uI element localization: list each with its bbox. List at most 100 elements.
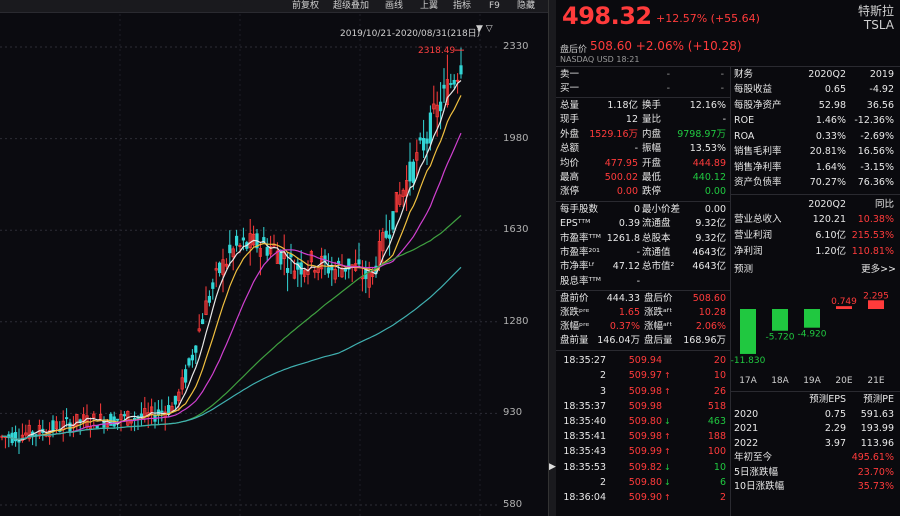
tick-time: 18:35:41 (563, 431, 606, 443)
info-row: 2022 3.97 113.96 (734, 437, 898, 451)
tick-row: 2 509.80 ↓ 6 (560, 476, 728, 490)
financial-value: 1.20亿 (815, 245, 846, 257)
info-row: 最高 500.02 最低 440.12 (560, 171, 728, 185)
info-row: 市净率ᴸᶠ 47.12 总市值² 4643亿 (560, 260, 728, 274)
forecast-year: 2021 (734, 423, 759, 434)
forecast-bar (740, 308, 756, 354)
info-row: 卖一 - - (560, 68, 728, 82)
info-row: 2020Q2 同比 (734, 198, 898, 212)
forecast-bar-label: 20E (835, 376, 852, 386)
toolbar-item[interactable]: 画线 (385, 0, 403, 12)
candlestick (285, 268, 290, 273)
info-row: ROE 1.46% -12.36% (734, 114, 898, 128)
stat-value: 0.00 (616, 186, 638, 198)
dropdown-triangle-icon[interactable]: ▼ ▽ (476, 24, 493, 34)
candlestick (211, 282, 215, 289)
info-row: 外盘 1529.16万 内盘 9798.97万 (560, 128, 728, 142)
tick-price: 509.94 (628, 355, 662, 367)
info-row: 买一 - - (560, 82, 728, 96)
tick-time: 2 (599, 476, 606, 488)
financial-value: 10.38% (857, 213, 894, 225)
financial-label: 营业利润 (734, 229, 773, 241)
tick-time: 18:35:37 (563, 400, 606, 412)
candlestick (173, 395, 177, 405)
extended-hours-label: 盘前量 (560, 335, 589, 347)
stat-label: 股息率ᵀᵀᴹ (560, 275, 601, 287)
info-row: 市盈率²⁰¹ - 流通值 4643亿 (560, 246, 728, 260)
candlestick (241, 237, 245, 241)
stat-label: 市盈率²⁰¹ (560, 247, 600, 258)
tick-volume: 518 (707, 400, 726, 412)
peak-price-label: 2318.49 (418, 46, 456, 56)
tick-row: 18:35:41 509.98 ↑ 188 (560, 430, 728, 444)
kline-chart[interactable] (0, 0, 548, 516)
performance-value: 495.61% (851, 452, 894, 463)
collapse-arrow-icon[interactable]: ▶ (549, 462, 556, 472)
stat-label: 总额 (560, 143, 580, 155)
candlestick (452, 79, 456, 85)
candlestick (187, 358, 191, 366)
tick-row: 18:35:53 509.82 ↓ 10 (560, 461, 728, 475)
toolbar-item[interactable]: 前复权 (292, 0, 319, 12)
financial-label: 净利润 (734, 245, 763, 257)
more-link[interactable]: 更多>> (850, 263, 896, 277)
stat-label: 换手 (642, 100, 662, 111)
stat-label: 总量 (560, 100, 580, 111)
forecast-year: 2020 (734, 408, 759, 420)
stat-label: 现手 (560, 114, 580, 126)
ma20-line (1, 132, 462, 440)
y-axis-label: 1280 (503, 316, 529, 327)
info-row: 预测EPS 预测PE (734, 393, 898, 407)
stat-value: 1261.8 (606, 232, 640, 244)
info-row: 每股收益 0.65 -4.92 (734, 83, 898, 97)
stat-value: 13.53% (689, 143, 726, 155)
extended-hours-value: 0.37% (609, 321, 640, 333)
financial-value: -4.92 (869, 84, 894, 95)
info-row: 销售毛利率 20.81% 16.56% (734, 145, 898, 159)
toolbar-item[interactable]: 隐藏 (517, 0, 535, 12)
y-axis-label: 1980 (503, 133, 529, 144)
tick-row: 18:36:04 509.90 ↑ 2 (560, 491, 728, 505)
candlestick (207, 295, 211, 303)
kline-chart-pane[interactable]: 前复权 超级叠加 画线 上翼 指标 F9 隐藏 2019/10/21-2020/… (0, 0, 548, 516)
forecast-pe: 113.96 (860, 437, 894, 449)
info-row: 营业利润 6.10亿 215.53% (734, 229, 898, 243)
info-row: 预测 更多>> (734, 263, 898, 277)
toolbar-item[interactable]: 超级叠加 (333, 0, 369, 12)
toolbar-item[interactable]: 上翼 (420, 0, 438, 12)
extended-hours-value: 10.28 (698, 307, 726, 319)
forecast-pe: 591.63 (860, 408, 894, 420)
forecast-bar (772, 308, 788, 331)
candlestick (65, 417, 69, 420)
stat-value: 477.95 (604, 157, 638, 169)
toolbar-item[interactable]: 指标 (453, 0, 471, 12)
tick-time: 18:35:43 (563, 446, 606, 458)
stat-value: 0.00 (704, 186, 726, 198)
toolbar-item[interactable]: F9 (489, 0, 500, 12)
financial-value: 76.36% (857, 177, 894, 188)
candlestick (132, 418, 137, 420)
tick-row: 18:35:27 509.94 20 (560, 354, 728, 368)
up-arrow-icon: ↑ (664, 371, 671, 381)
down-arrow-icon: ↓ (664, 462, 671, 472)
info-row: 每手股数 0 最小价差 0.00 (560, 203, 728, 217)
stat-label: 最小价差 (642, 203, 681, 215)
after-hours-label: 盘后价 (560, 45, 588, 55)
stat-label: 流通盘 (642, 218, 671, 230)
tick-volume: 10 (713, 370, 726, 382)
info-row: 5日涨跌幅 23.70% (734, 466, 898, 480)
stat-value: - (636, 275, 640, 287)
financial-value: 0.33% (815, 130, 846, 142)
stat-value: 1529.16万 (589, 128, 638, 140)
stat-label: 总股本 (642, 232, 671, 244)
financial-value: 215.53% (851, 229, 894, 241)
financial-value: 52.98 (818, 99, 846, 111)
forecast-bar-label: 19A (803, 376, 821, 386)
candlestick (265, 247, 269, 256)
financial-label: ROE (734, 115, 755, 126)
candlestick (95, 425, 99, 429)
info-row: 年初至今 495.61% (734, 451, 898, 465)
financial-label: 每股收益 (734, 84, 773, 95)
tick-price: 509.90 (628, 492, 662, 503)
stat-value: - (636, 247, 640, 258)
